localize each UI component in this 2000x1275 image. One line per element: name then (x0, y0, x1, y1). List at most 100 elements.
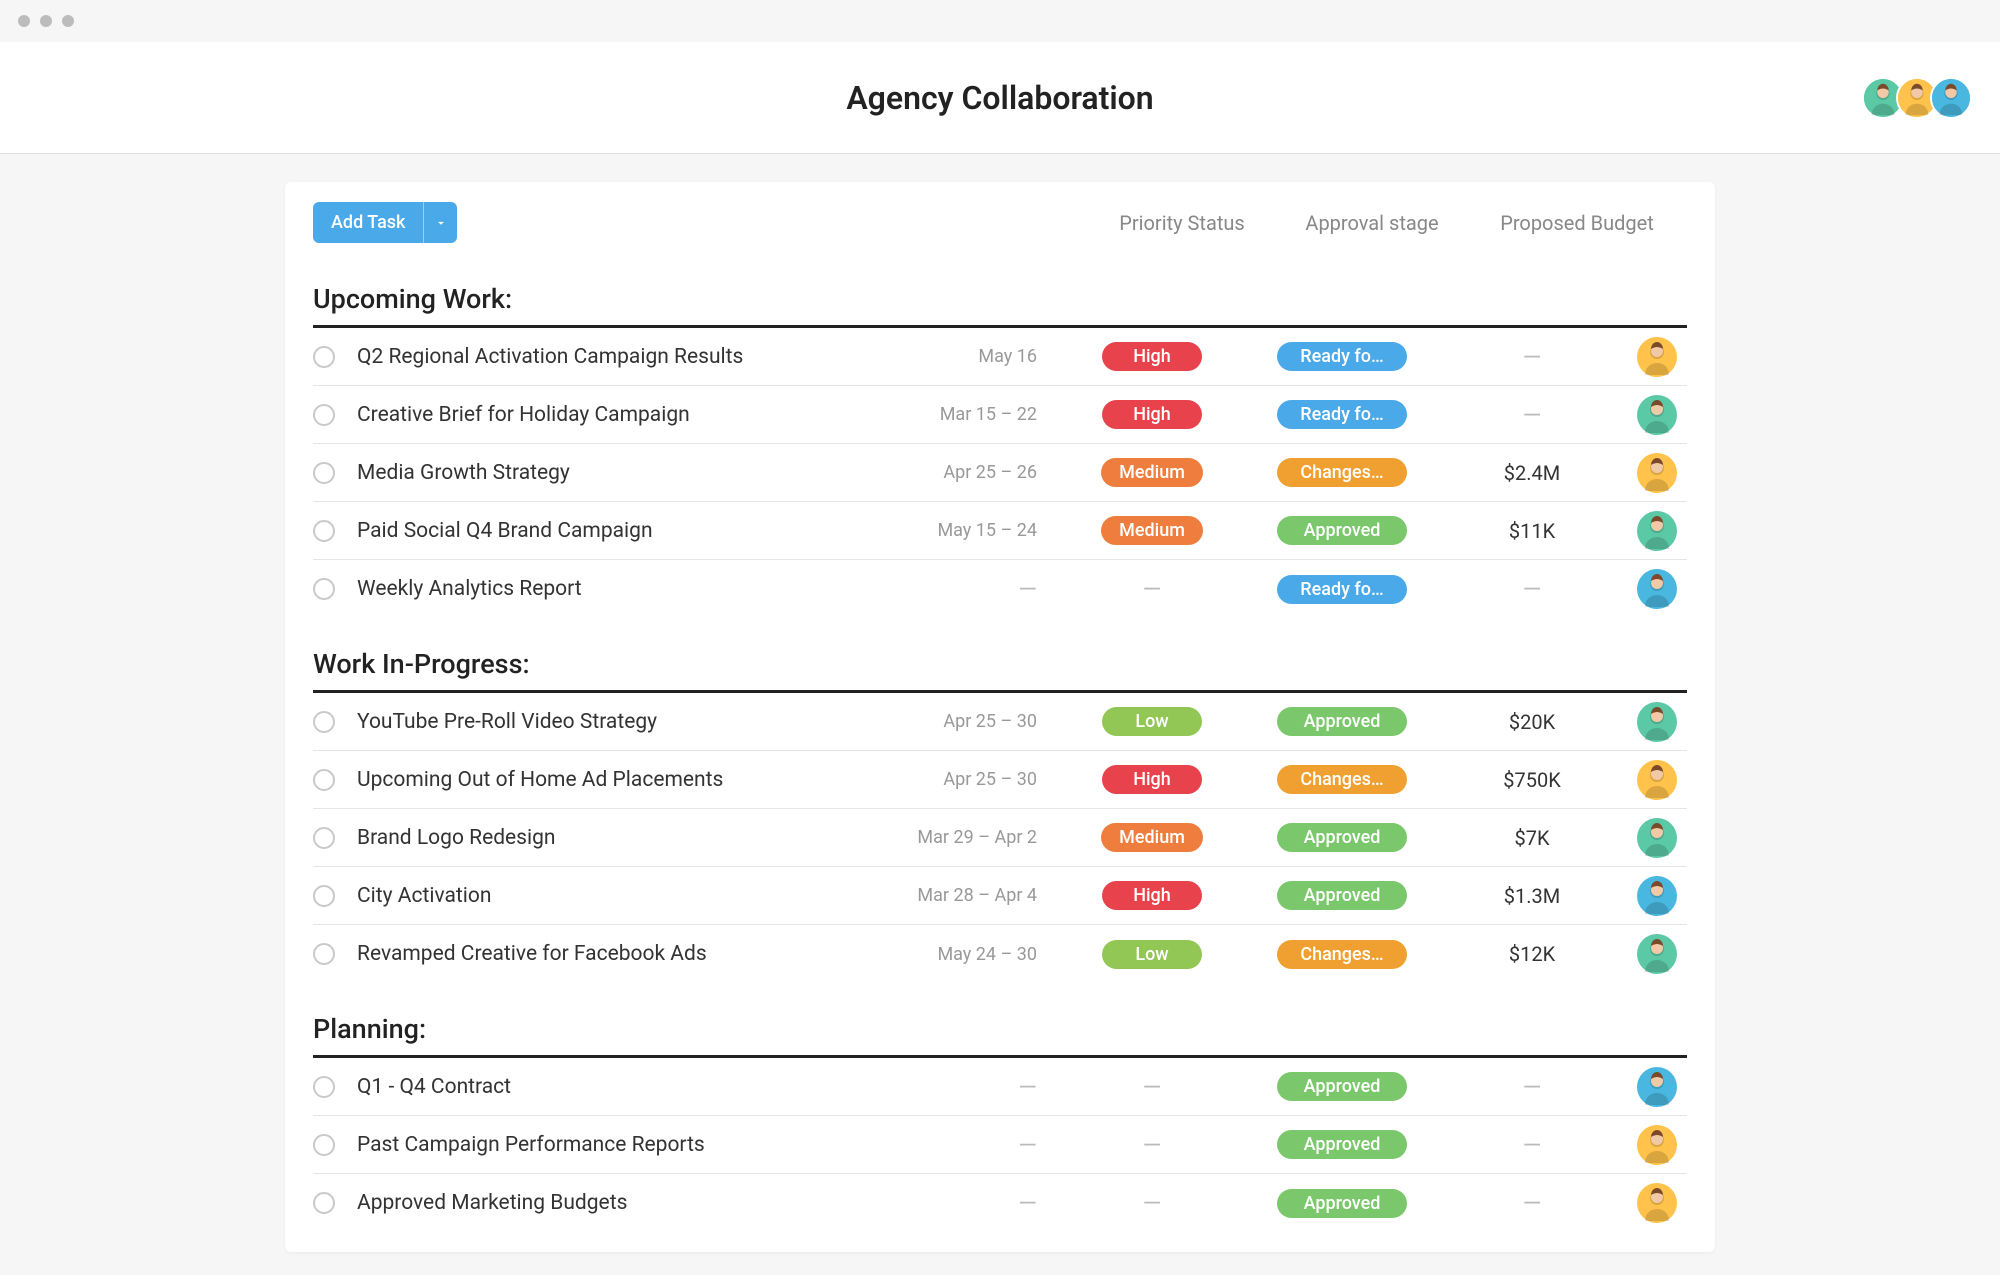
complete-checkbox[interactable] (313, 1134, 335, 1156)
priority-cell[interactable]: — (1057, 1131, 1247, 1159)
budget-cell[interactable]: — (1437, 1131, 1627, 1159)
avatar[interactable] (1637, 1183, 1677, 1223)
task-row[interactable]: Brand Logo RedesignMar 29 – Apr 2MediumA… (313, 809, 1687, 867)
task-row[interactable]: Creative Brief for Holiday CampaignMar 1… (313, 386, 1687, 444)
assignee-cell[interactable] (1627, 511, 1687, 551)
budget-cell[interactable]: $750K (1437, 768, 1627, 792)
complete-checkbox[interactable] (313, 943, 335, 965)
priority-cell[interactable]: — (1057, 1073, 1247, 1101)
approval-cell[interactable]: Approved (1247, 823, 1437, 852)
avatar[interactable] (1637, 337, 1677, 377)
priority-cell[interactable]: High (1057, 342, 1247, 371)
budget-cell[interactable]: — (1437, 575, 1627, 603)
assignee-cell[interactable] (1627, 1125, 1687, 1165)
task-row[interactable]: Weekly Analytics Report——Ready fo…— (313, 560, 1687, 618)
complete-checkbox[interactable] (313, 578, 335, 600)
priority-cell[interactable]: — (1057, 1189, 1247, 1217)
complete-checkbox[interactable] (313, 827, 335, 849)
complete-checkbox[interactable] (313, 346, 335, 368)
task-row[interactable]: Paid Social Q4 Brand CampaignMay 15 – 24… (313, 502, 1687, 560)
approval-cell[interactable]: Approved (1247, 1130, 1437, 1159)
avatar[interactable] (1637, 1067, 1677, 1107)
assignee-cell[interactable] (1627, 702, 1687, 742)
add-task-dropdown[interactable] (423, 202, 457, 243)
avatar[interactable] (1637, 876, 1677, 916)
approval-cell[interactable]: Ready fo… (1247, 575, 1437, 604)
assignee-cell[interactable] (1627, 337, 1687, 377)
avatar[interactable] (1637, 569, 1677, 609)
budget-cell[interactable]: — (1437, 1073, 1627, 1101)
assignee-cell[interactable] (1627, 818, 1687, 858)
assignee-cell[interactable] (1627, 934, 1687, 974)
priority-cell[interactable]: — (1057, 575, 1247, 603)
budget-cell[interactable]: $7K (1437, 826, 1627, 850)
priority-cell[interactable]: Low (1057, 940, 1247, 969)
approval-cell[interactable]: Ready fo… (1247, 400, 1437, 429)
assignee-cell[interactable] (1627, 760, 1687, 800)
priority-cell[interactable]: Low (1057, 707, 1247, 736)
budget-cell[interactable]: $1.3M (1437, 884, 1627, 908)
approval-cell[interactable]: Changes… (1247, 765, 1437, 794)
complete-checkbox[interactable] (313, 1076, 335, 1098)
assignee-cell[interactable] (1627, 569, 1687, 609)
complete-checkbox[interactable] (313, 404, 335, 426)
complete-checkbox[interactable] (313, 769, 335, 791)
avatar[interactable] (1637, 702, 1677, 742)
traffic-light-dot (40, 15, 52, 27)
budget-cell[interactable]: $12K (1437, 942, 1627, 966)
priority-cell[interactable]: High (1057, 881, 1247, 910)
assignee-cell[interactable] (1627, 453, 1687, 493)
avatar[interactable] (1637, 395, 1677, 435)
avatar[interactable] (1637, 511, 1677, 551)
budget-cell[interactable]: — (1437, 1189, 1627, 1217)
priority-cell[interactable]: High (1057, 765, 1247, 794)
collaborator-avatars[interactable] (1870, 77, 1972, 119)
assignee-cell[interactable] (1627, 395, 1687, 435)
avatar[interactable] (1930, 77, 1972, 119)
approval-cell[interactable]: Approved (1247, 881, 1437, 910)
budget-cell[interactable]: — (1437, 343, 1627, 371)
approval-cell[interactable]: Ready fo… (1247, 342, 1437, 371)
task-date: — (897, 1189, 1057, 1217)
approval-pill: Changes… (1277, 765, 1407, 794)
task-row[interactable]: Revamped Creative for Facebook AdsMay 24… (313, 925, 1687, 983)
task-row[interactable]: YouTube Pre-Roll Video StrategyApr 25 – … (313, 693, 1687, 751)
approval-cell[interactable]: Changes… (1247, 940, 1437, 969)
priority-pill: Medium (1101, 823, 1203, 852)
approval-cell[interactable]: Approved (1247, 707, 1437, 736)
avatar[interactable] (1637, 760, 1677, 800)
approval-cell[interactable]: Changes… (1247, 458, 1437, 487)
task-row[interactable]: Past Campaign Performance Reports——Appro… (313, 1116, 1687, 1174)
approval-cell[interactable]: Approved (1247, 1189, 1437, 1218)
priority-cell[interactable]: Medium (1057, 823, 1247, 852)
avatar[interactable] (1637, 1125, 1677, 1165)
priority-cell[interactable]: Medium (1057, 458, 1247, 487)
avatar[interactable] (1637, 453, 1677, 493)
complete-checkbox[interactable] (313, 462, 335, 484)
avatar[interactable] (1637, 934, 1677, 974)
assignee-cell[interactable] (1627, 1183, 1687, 1223)
budget-cell[interactable]: $2.4M (1437, 461, 1627, 485)
complete-checkbox[interactable] (313, 520, 335, 542)
priority-cell[interactable]: Medium (1057, 516, 1247, 545)
assignee-cell[interactable] (1627, 876, 1687, 916)
complete-checkbox[interactable] (313, 1192, 335, 1214)
priority-cell[interactable]: High (1057, 400, 1247, 429)
complete-checkbox[interactable] (313, 711, 335, 733)
approval-cell[interactable]: Approved (1247, 1072, 1437, 1101)
task-row[interactable]: Q1 - Q4 Contract——Approved— (313, 1058, 1687, 1116)
budget-cell[interactable]: $11K (1437, 519, 1627, 543)
complete-checkbox[interactable] (313, 885, 335, 907)
budget-cell[interactable]: $20K (1437, 710, 1627, 734)
avatar[interactable] (1637, 818, 1677, 858)
assignee-cell[interactable] (1627, 1067, 1687, 1107)
page-header: Agency Collaboration (0, 42, 2000, 154)
add-task-button[interactable]: Add Task (313, 202, 423, 243)
task-row[interactable]: Approved Marketing Budgets——Approved— (313, 1174, 1687, 1232)
task-row[interactable]: Media Growth StrategyApr 25 – 26MediumCh… (313, 444, 1687, 502)
budget-cell[interactable]: — (1437, 401, 1627, 429)
task-row[interactable]: Upcoming Out of Home Ad PlacementsApr 25… (313, 751, 1687, 809)
approval-cell[interactable]: Approved (1247, 516, 1437, 545)
task-row[interactable]: Q2 Regional Activation Campaign ResultsM… (313, 328, 1687, 386)
task-row[interactable]: City ActivationMar 28 – Apr 4HighApprove… (313, 867, 1687, 925)
